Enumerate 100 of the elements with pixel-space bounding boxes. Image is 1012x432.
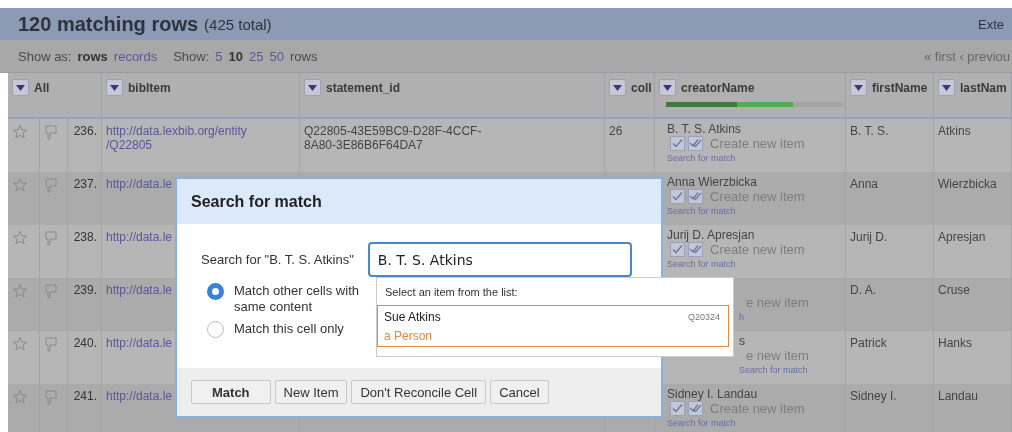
search-for-match-link[interactable]: Search for match bbox=[667, 153, 736, 163]
search-for-match-link[interactable]: Search for match bbox=[667, 206, 736, 216]
check-icon[interactable] bbox=[670, 136, 685, 151]
column-title: statement_id bbox=[326, 80, 401, 95]
column-menu-button[interactable] bbox=[659, 79, 676, 96]
table-cell: Apresjan bbox=[938, 230, 986, 244]
search-field[interactable]: B. T. S. Atkins bbox=[367, 242, 632, 277]
check-icon[interactable] bbox=[670, 401, 685, 416]
column-menu-button[interactable] bbox=[12, 79, 29, 96]
table-cell: Wierzbicka bbox=[938, 177, 997, 191]
column-menu-button[interactable] bbox=[850, 79, 867, 96]
double-check-icon[interactable] bbox=[688, 242, 703, 257]
search-label: Search for "B. T. S. Atkins" bbox=[201, 252, 354, 267]
column-menu-button[interactable] bbox=[609, 79, 626, 96]
bibitem-link[interactable]: http://data.le bbox=[106, 177, 173, 191]
creator-name: B. T. S. Atkins bbox=[667, 122, 741, 136]
row-number: 240. bbox=[73, 336, 97, 350]
radio-label: Match other cells with same content bbox=[234, 283, 360, 315]
page-size-option[interactable]: 50 bbox=[269, 48, 284, 64]
rows-label: rows bbox=[289, 48, 318, 64]
dialog-button[interactable]: Match bbox=[191, 380, 271, 404]
suggestion-name: Sue Atkins bbox=[384, 310, 441, 324]
check-icon[interactable] bbox=[670, 242, 685, 257]
column-title: creatorName bbox=[681, 80, 755, 95]
creator-name: Jurij D. Apresjan bbox=[667, 228, 755, 242]
column-title: All bbox=[34, 80, 50, 95]
bibitem-link[interactable]: http://data.lexbib.org/entity /Q22805 bbox=[106, 124, 247, 152]
double-check-icon[interactable] bbox=[688, 136, 703, 151]
page-size-option[interactable]: 10 bbox=[228, 48, 244, 64]
caret-icon bbox=[854, 84, 863, 91]
page-size-option[interactable]: 25 bbox=[249, 48, 264, 64]
dialog-button[interactable]: New Item bbox=[274, 380, 348, 404]
row-number: 236. bbox=[73, 124, 97, 138]
star-icon[interactable] bbox=[12, 124, 28, 140]
show-label: Show: bbox=[173, 48, 210, 64]
row-number: 237. bbox=[73, 177, 97, 191]
column-title: bibItem bbox=[128, 80, 171, 95]
total-count: (425 total) bbox=[204, 15, 272, 33]
table-cell: Jurij D. bbox=[850, 230, 888, 244]
radio-button[interactable] bbox=[207, 283, 224, 300]
double-check-icon[interactable] bbox=[688, 189, 703, 204]
star-icon[interactable] bbox=[12, 177, 28, 193]
caret-icon bbox=[110, 84, 119, 91]
caret-icon bbox=[16, 84, 25, 91]
pager-links[interactable]: « first ‹ previou bbox=[924, 48, 1010, 64]
table-cell: Q22805-43E59BC9-D28F-4CCF- 8A80-3E86B6F64DA7 bbox=[304, 124, 482, 152]
flag-icon[interactable] bbox=[44, 124, 58, 140]
column-menu-button[interactable] bbox=[106, 79, 123, 96]
row-number: 238. bbox=[73, 230, 97, 244]
search-for-match-link[interactable]: Search for match bbox=[667, 418, 736, 428]
table-cell: Sidney I. bbox=[850, 389, 897, 403]
creator-name: Anna Wierzbicka bbox=[667, 175, 758, 189]
star-icon[interactable] bbox=[12, 389, 28, 405]
table-cell: Anna bbox=[850, 177, 879, 191]
column-title: firstName bbox=[872, 80, 928, 95]
bibitem-link[interactable]: http://data.le bbox=[106, 336, 173, 350]
create-new-item-label[interactable]: Create new item bbox=[710, 136, 805, 151]
column-menu-button[interactable] bbox=[304, 79, 321, 96]
table-cell: Patrick bbox=[850, 336, 887, 350]
create-new-item-label[interactable]: Create new item bbox=[710, 242, 805, 257]
create-new-item-label[interactable]: e new item bbox=[746, 348, 809, 363]
row-number: 241. bbox=[73, 389, 97, 403]
star-icon[interactable] bbox=[12, 283, 28, 299]
flag-icon[interactable] bbox=[44, 336, 58, 352]
table-cell: Cruse bbox=[938, 283, 970, 297]
table-cell: 26 bbox=[609, 124, 623, 138]
creator-name: Sidney I. Landau bbox=[667, 387, 758, 401]
star-icon[interactable] bbox=[12, 336, 28, 352]
table-cell: Landau bbox=[938, 389, 979, 403]
view-option[interactable]: records bbox=[113, 48, 158, 64]
table-cell: B. T. S. bbox=[850, 124, 889, 138]
creator-name: s bbox=[739, 334, 745, 348]
column-menu-button[interactable] bbox=[938, 79, 955, 96]
suggestion-id: Q20324 bbox=[687, 312, 720, 322]
search-for-match-link[interactable]: Search for match bbox=[739, 365, 808, 375]
column-title: coll bbox=[631, 80, 652, 95]
search-for-match-link[interactable]: Search for match bbox=[667, 259, 736, 269]
table-cell: Hanks bbox=[938, 336, 972, 350]
bibitem-link[interactable]: http://data.le bbox=[106, 283, 173, 297]
caret-icon bbox=[613, 84, 622, 91]
flag-icon[interactable] bbox=[44, 230, 58, 246]
suggestion-item[interactable]: Sue Atkins Q20324 a Person bbox=[377, 305, 729, 347]
star-icon[interactable] bbox=[12, 230, 28, 246]
check-icon[interactable] bbox=[670, 189, 685, 204]
double-check-icon[interactable] bbox=[688, 401, 703, 416]
view-option[interactable]: rows bbox=[77, 48, 108, 64]
dialog-title: Search for match bbox=[191, 192, 322, 211]
bibitem-link[interactable]: http://data.le bbox=[106, 389, 173, 403]
column-title: lastNam bbox=[960, 80, 1007, 95]
extensions-link[interactable]: Exte bbox=[978, 16, 1004, 32]
radio-label: Match this cell only bbox=[234, 321, 345, 337]
flag-icon[interactable] bbox=[44, 283, 58, 299]
dialog-button[interactable]: Don't Reconcile Cell bbox=[351, 380, 487, 404]
bibitem-link[interactable]: http://data.le bbox=[106, 230, 173, 244]
dialog-button[interactable]: Cancel bbox=[490, 380, 549, 404]
row-count-title: 120 matching rows bbox=[18, 12, 199, 36]
flag-icon[interactable] bbox=[44, 389, 58, 405]
page-size-option[interactable]: 5 bbox=[215, 48, 223, 64]
flag-icon[interactable] bbox=[44, 177, 58, 193]
row-number: 239. bbox=[73, 283, 97, 297]
